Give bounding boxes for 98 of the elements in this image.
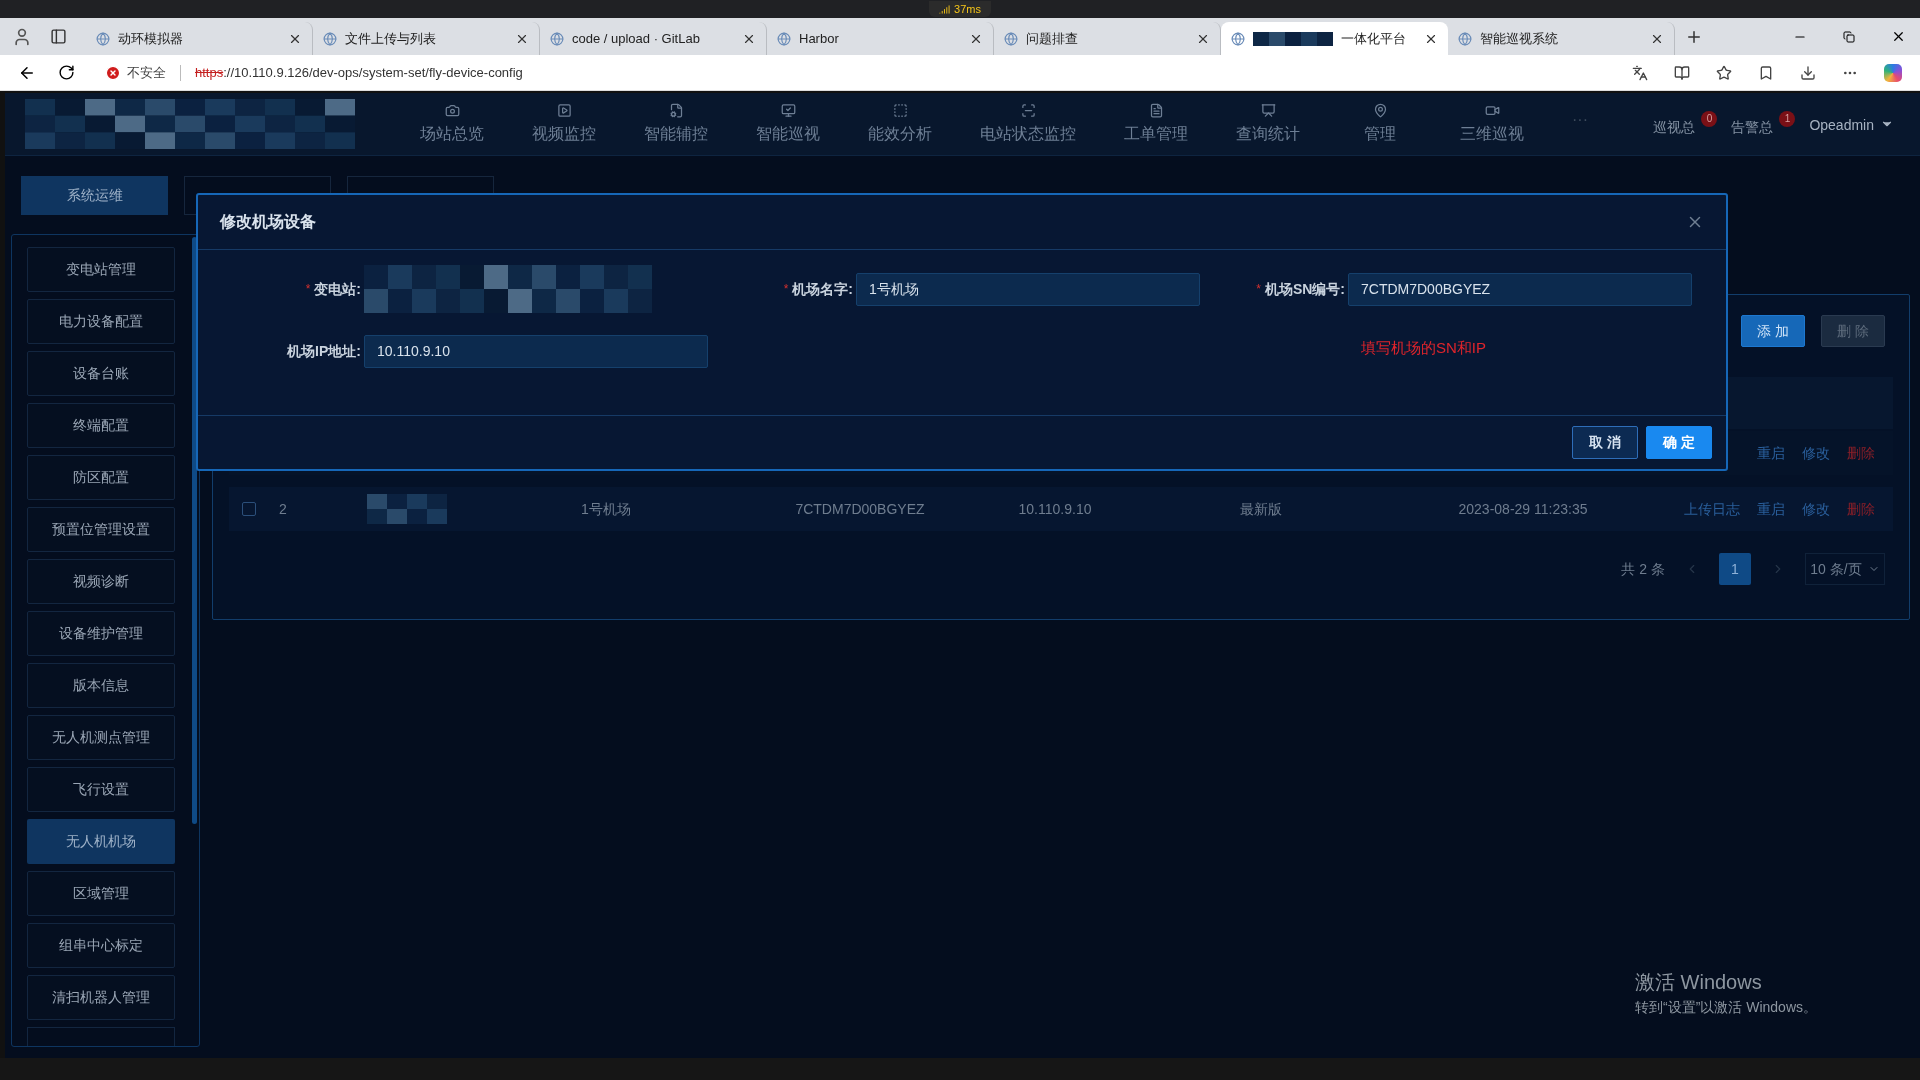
field-label: 机场名字: — [792, 279, 853, 299]
nav-item[interactable]: 场站总览 — [396, 102, 508, 146]
nav-item[interactable]: 管理 — [1324, 102, 1436, 146]
not-secure-icon[interactable] — [105, 64, 121, 81]
sidebar-item[interactable]: 变电站管理 — [27, 247, 175, 292]
table-cell-text: 10.110.9.10 — [1018, 499, 1092, 519]
tab-title: Harbor — [799, 29, 840, 48]
browser-tab[interactable]: 一体化平台 — [1221, 22, 1448, 55]
tab-title: 动环模拟器 — [118, 29, 184, 48]
field-label: 机场SN编号: — [1264, 279, 1345, 299]
tab-title: code / upload · GitLab — [572, 29, 701, 48]
sidebar-item[interactable]: 防区配置 — [27, 455, 175, 500]
globe-icon — [1231, 31, 1245, 46]
profile-icon[interactable] — [12, 26, 32, 47]
input-field[interactable]: 1号机场 — [856, 272, 1200, 306]
map-pin-icon — [1372, 102, 1388, 118]
sidebar-item[interactable]: 视频诊断 — [27, 559, 175, 604]
collections-icon[interactable] — [1758, 64, 1774, 81]
required-mark: * — [783, 281, 789, 298]
total-count: 共 2 条 — [1621, 559, 1665, 579]
dialog-button[interactable]: 确 定 — [1646, 426, 1712, 459]
required-mark: * — [1256, 281, 1261, 298]
scan-icon — [1020, 102, 1036, 118]
dialog-button[interactable]: 取 消 — [1572, 426, 1638, 459]
camera-icon — [444, 102, 460, 118]
translate-icon[interactable] — [1632, 64, 1648, 81]
globe-icon — [1004, 31, 1018, 46]
nav-item[interactable]: 视频监控 — [508, 102, 620, 146]
file-gear-icon — [668, 102, 684, 118]
sidebar-item[interactable]: 电力设备配置 — [27, 299, 175, 344]
sidebar-item[interactable]: 清扫机器人管理 — [27, 975, 175, 1020]
favorite-icon[interactable] — [1716, 64, 1732, 81]
sidebar-item[interactable]: 终端配置 — [27, 403, 175, 448]
globe-icon — [323, 31, 337, 46]
globe-icon — [550, 31, 564, 46]
document-icon — [1148, 102, 1164, 118]
tab-title: 文件上传与列表 — [345, 29, 437, 48]
globe-icon — [777, 31, 791, 46]
signal-icon — [939, 3, 951, 15]
copilot-icon[interactable] — [1884, 63, 1902, 82]
input-field[interactable]: 7CTDM7D00BGYEZ — [1348, 272, 1692, 306]
tab-title: 智能巡视系统 — [1480, 29, 1559, 48]
table-cell: 2 — [279, 500, 287, 517]
field-label: 变电站: — [314, 279, 361, 299]
counter-label[interactable]: 告警总 — [1731, 116, 1774, 138]
module-tab[interactable]: 系统运维 — [21, 176, 168, 215]
security-label: 不安全 — [127, 63, 166, 82]
sidebar-item[interactable]: 区域管理 — [27, 871, 175, 916]
presentation-icon — [1260, 102, 1276, 118]
toolbar-button[interactable]: 添 加 — [1741, 315, 1805, 347]
nav-item[interactable]: 电站状态监控 — [956, 102, 1100, 146]
globe-icon — [1458, 31, 1472, 46]
download-icon[interactable] — [1800, 64, 1816, 81]
input-field[interactable]: 10.110.9.10 — [364, 334, 708, 368]
nav-item[interactable]: 能效分析 — [844, 102, 956, 146]
table-cell-text: 1号机场 — [581, 499, 631, 519]
nav-item[interactable]: 查询统计 — [1212, 102, 1324, 146]
tab-actions-icon[interactable] — [50, 28, 67, 45]
globe-icon — [96, 31, 110, 46]
dialog-title: 修改机场设备 — [220, 212, 316, 232]
sidebar-item[interactable]: 无人机机场 — [27, 819, 175, 864]
counter-label[interactable]: 巡视总 — [1653, 116, 1696, 138]
monitor-icon — [780, 102, 796, 118]
sidebar-item[interactable]: 设备维护管理 — [27, 611, 175, 656]
hint-text: 填写机场的SN和IP — [1361, 339, 1486, 356]
close-window-icon[interactable] — [1891, 29, 1906, 44]
tab-title: 问题排查 — [1026, 29, 1079, 48]
sidebar-item[interactable]: 版本信息 — [27, 663, 175, 708]
table-cell-text: 2023-08-29 11:23:35 — [1458, 499, 1588, 519]
sidebar-item[interactable]: 预置位管理设置 — [27, 507, 175, 552]
sidebar-item[interactable]: 组串中心标定 — [27, 923, 175, 968]
page-button[interactable]: 1 — [1719, 553, 1751, 585]
table-cell-text: 最新版 — [1240, 499, 1282, 519]
activation-subtitle: 转到“设置”以激活 Windows。 — [1635, 998, 1817, 1017]
nav-item[interactable]: 三维巡视 — [1436, 102, 1548, 146]
field-label: 机场IP地址: — [287, 341, 361, 361]
nav-item[interactable]: 工单管理 — [1100, 102, 1212, 146]
play-square-icon — [556, 102, 572, 118]
network-latency-badge: 37ms — [929, 1, 991, 17]
user-name[interactable]: Opeadmin — [1809, 115, 1874, 136]
nav-item[interactable]: 智能巡视 — [732, 102, 844, 146]
table-cell-text: 7CTDM7D00BGYEZ — [795, 499, 925, 519]
tab-title: 一体化平台 — [1341, 29, 1407, 48]
dashed-square-icon — [892, 102, 908, 118]
restore-icon[interactable] — [1843, 30, 1855, 43]
sidebar-item[interactable]: 无人机测点管理 — [27, 715, 175, 760]
sidebar-item[interactable]: 设备台账 — [27, 351, 175, 396]
activation-title: 激活 Windows — [1635, 970, 1763, 995]
row-checkbox[interactable] — [242, 502, 256, 516]
page-size-select[interactable]: 10 条/页 — [1805, 553, 1885, 585]
count-badge: 1 — [1779, 110, 1796, 127]
nav-item[interactable]: 智能辅控 — [620, 102, 732, 146]
sidebar-item[interactable]: 飞行设置 — [27, 767, 175, 812]
count-badge: 0 — [1701, 110, 1718, 127]
address-url[interactable]: https://10.110.9.126/dev-ops/system-set/fly-device-config — [195, 62, 523, 83]
required-mark: * — [305, 281, 311, 298]
reload-icon[interactable] — [58, 64, 75, 81]
read-aloud-icon[interactable] — [1674, 64, 1690, 81]
